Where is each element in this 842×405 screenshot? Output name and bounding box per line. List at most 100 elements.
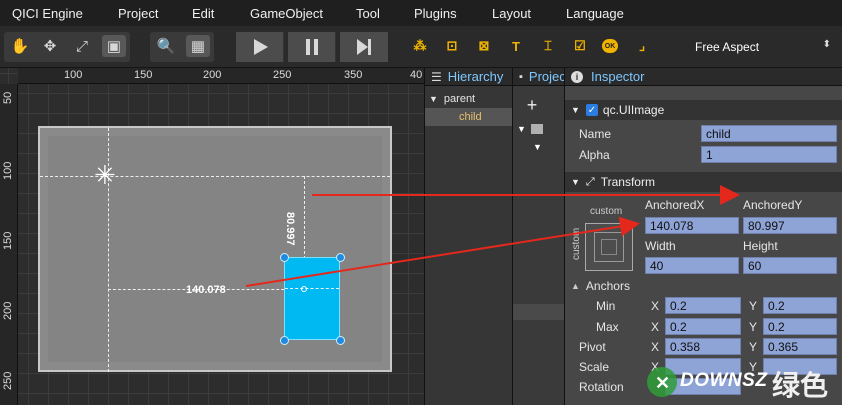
sprite-icon[interactable]: ⊠ (474, 36, 494, 56)
pivot-y-field[interactable]: 0.365 (763, 338, 837, 355)
width-label: Width (645, 239, 676, 253)
ruler-tick: 100 (64, 69, 83, 81)
child-node[interactable] (284, 257, 340, 340)
tree-item-label: parent (443, 93, 476, 105)
min-label: Min (596, 299, 616, 313)
chevron-down-icon[interactable]: ▼ (517, 124, 526, 134)
scale-label: Scale (579, 360, 610, 374)
hand-icon[interactable]: ✋ (8, 35, 32, 57)
pause-button[interactable] (288, 32, 336, 62)
pivot-x-field[interactable]: 0.358 (665, 338, 741, 355)
scene-view[interactable]: 100 150 200 250 350 40 50 100 150 200 25… (0, 68, 424, 405)
tree-item-child[interactable]: child (425, 108, 512, 126)
resize-handle-tr[interactable] (336, 253, 345, 262)
text-icon[interactable]: T (506, 36, 526, 56)
anchored-x-label: AnchoredX (645, 198, 705, 212)
play-icon (253, 39, 268, 55)
rotation-label: Rotation (579, 380, 624, 394)
watermark-cjk-text: 绿色 (772, 370, 829, 401)
menu-layout[interactable]: Layout (492, 6, 531, 21)
menu-edit[interactable]: Edit (192, 6, 214, 21)
inspector-tab[interactable]: i Inspector (565, 68, 842, 86)
menu-qici-engine[interactable]: QICI Engine (12, 6, 83, 21)
anchor-preset-label-left: custom (571, 227, 582, 260)
button-icon[interactable]: OK (600, 36, 620, 56)
ruler-tick: 250 (2, 371, 14, 390)
step-button[interactable] (340, 32, 388, 62)
max-label: Max (596, 320, 619, 334)
zoom-icon[interactable]: 🔍 (154, 35, 178, 57)
offset-y-label: 80.997 (284, 212, 296, 246)
transform-section-header[interactable]: ▼ ⤢ Transform (565, 172, 842, 192)
list-icon: ☰ (431, 69, 442, 84)
enabled-checkbox[interactable]: ✓ (585, 104, 598, 116)
toggle-icon[interactable]: ☑ (570, 36, 590, 56)
ruler-top: 100 150 200 250 350 40 (18, 68, 424, 84)
watermark-logo: ✕ DOWNSZ 绿色 (644, 360, 842, 405)
min-x-field[interactable]: 0.2 (665, 297, 741, 314)
play-button[interactable] (236, 32, 284, 62)
ruler-left: 50 100 150 200 250 (0, 84, 18, 405)
inspector-panel: i Inspector ▼ ✓ qc.UIImage Name child Al… (564, 68, 842, 405)
tree-item-label: child (459, 111, 482, 123)
node-icon[interactable]: ⁂ (410, 36, 430, 56)
chevron-down-icon[interactable]: ▼ (533, 142, 542, 152)
hierarchy-tab[interactable]: ☰ Hierarchy (425, 68, 512, 86)
project-panel: ▪ Project + ▼ ▼ (512, 68, 564, 405)
folder-icon: ▪ (519, 70, 523, 83)
anchored-x-field[interactable]: 140.078 (645, 217, 739, 234)
tree-item-parent[interactable]: ▼ parent (425, 90, 512, 108)
alpha-field[interactable]: 1 (701, 146, 837, 163)
chevron-down-icon: ▼ (571, 177, 580, 187)
anchor-icon[interactable]: ✳ (94, 162, 116, 188)
anchor-preset-button[interactable] (585, 223, 633, 271)
dropdown-icon[interactable]: ⌟ (632, 36, 652, 56)
move-icon[interactable]: ✥ (38, 35, 62, 57)
ruler-tick: 200 (203, 69, 222, 81)
project-item-row[interactable] (513, 304, 564, 320)
menu-language[interactable]: Language (566, 6, 624, 21)
hierarchy-panel: ☰ Hierarchy ▼ parent child (424, 68, 512, 405)
max-x-field[interactable]: 0.2 (665, 318, 741, 335)
pivot-guide (285, 288, 339, 289)
pivot-y-label: Y (749, 340, 758, 354)
info-icon: i (571, 70, 583, 83)
width-field[interactable]: 40 (645, 257, 739, 274)
image-icon[interactable]: ⊡ (442, 36, 462, 56)
transform-title: Transform (600, 175, 655, 189)
aspect-dropdown[interactable]: Free Aspect ⬍ (687, 36, 837, 58)
anchor-preset-label-top: custom (590, 206, 623, 217)
project-tab[interactable]: ▪ Project (513, 68, 564, 86)
resize-handle-bl[interactable] (280, 336, 289, 345)
min-x-label: X (651, 299, 660, 313)
pivot-point[interactable] (301, 286, 307, 292)
menu-gameobject[interactable]: GameObject (250, 6, 323, 21)
ruler-tick: 200 (2, 301, 14, 320)
pivot-label: Pivot (579, 340, 606, 354)
ruler-tick: 250 (273, 69, 292, 81)
max-y-label: Y (749, 320, 758, 334)
height-field[interactable]: 60 (743, 257, 837, 274)
uiimage-section-header[interactable]: ▼ ✓ qc.UIImage (565, 100, 842, 120)
step-icon (357, 39, 371, 55)
grid-icon[interactable]: ▦ (186, 35, 210, 57)
resize-handle-tl[interactable] (280, 253, 289, 262)
anchored-y-field[interactable]: 80.997 (743, 217, 837, 234)
name-field[interactable]: child (701, 125, 837, 142)
menu-tool[interactable]: Tool (356, 6, 380, 21)
menu-project[interactable]: Project (118, 6, 158, 21)
rect-icon[interactable]: ▣ (102, 35, 126, 57)
chevron-down-icon: ▼ (571, 105, 580, 115)
transform-icon: ⤢ (585, 175, 595, 188)
max-y-field[interactable]: 0.2 (763, 318, 837, 335)
chevron-updown-icon: ⬍ (822, 39, 831, 50)
folder-icon (531, 124, 543, 134)
ruler-tick: 100 (2, 161, 14, 180)
resize-handle-br[interactable] (336, 336, 345, 345)
menu-plugins[interactable]: Plugins (414, 6, 457, 21)
input-icon[interactable]: ⌶ (538, 36, 558, 56)
min-y-field[interactable]: 0.2 (763, 297, 837, 314)
add-asset-button[interactable]: + (519, 94, 545, 116)
scale-icon[interactable]: ⤢ (70, 35, 94, 57)
anchors-foldout[interactable]: ▲ Anchors (571, 279, 630, 293)
